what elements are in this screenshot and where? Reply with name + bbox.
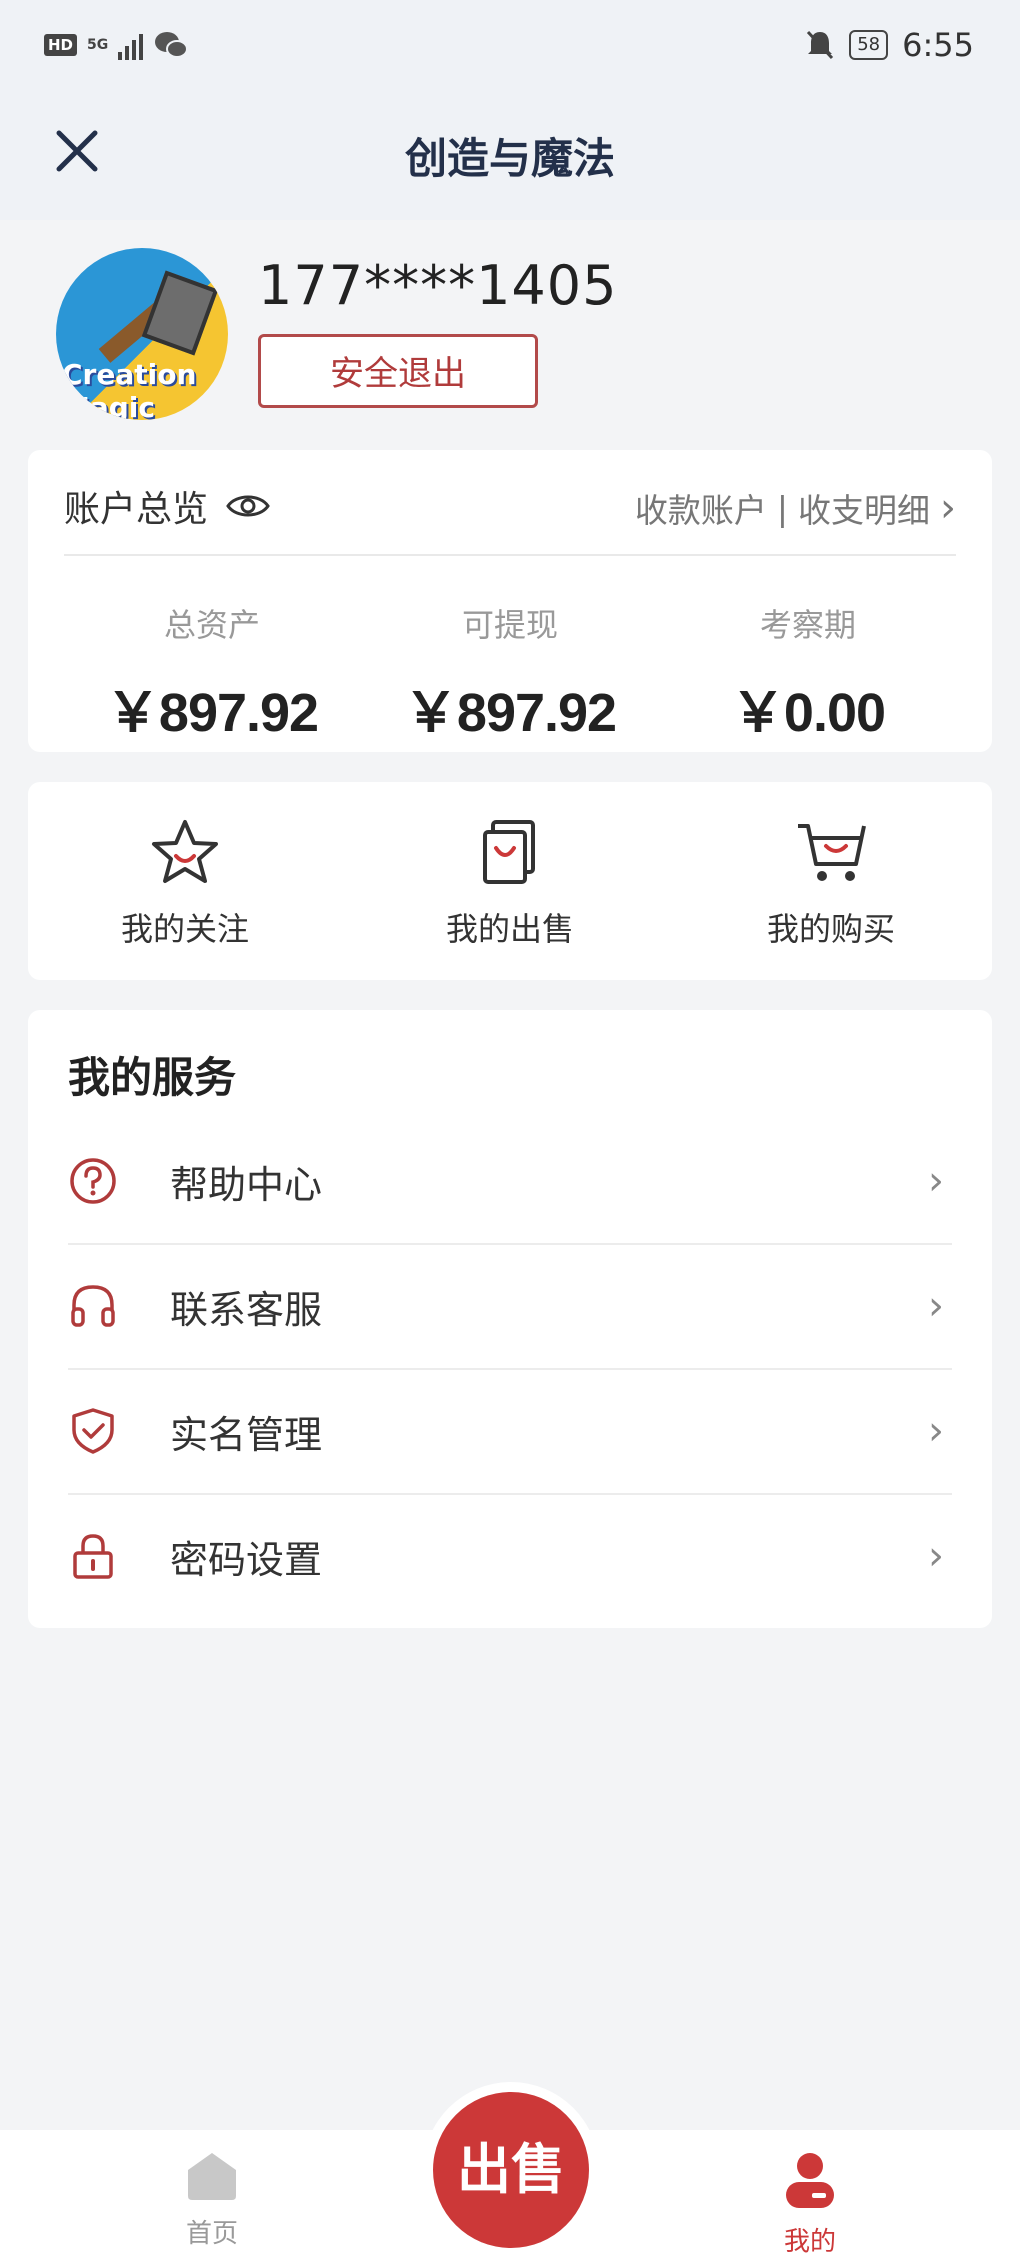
chevron-right-icon: › bbox=[940, 485, 956, 531]
app-header: 创造与魔法 bbox=[0, 95, 1020, 220]
status-right: 58 6:55 bbox=[805, 26, 974, 64]
cart-icon bbox=[798, 824, 866, 881]
profile-section: Creation Magic 177****1405 安全退出 bbox=[0, 220, 1020, 450]
help-icon bbox=[70, 1158, 116, 1204]
stat-label: 考察期 bbox=[759, 606, 856, 644]
avatar-logo-text: Creation Magic bbox=[62, 358, 197, 420]
wechat-icon bbox=[155, 32, 189, 58]
status-time: 6:55 bbox=[902, 26, 974, 64]
receive-account-link[interactable]: 收款账户 bbox=[635, 484, 767, 532]
page-title: 创造与魔法 bbox=[404, 134, 615, 183]
stat-label: 总资产 bbox=[163, 606, 260, 644]
tab-home[interactable]: 首页 bbox=[142, 2150, 282, 2250]
home-icon bbox=[188, 2153, 236, 2200]
my-sales-button[interactable]: 我的出售 bbox=[390, 818, 630, 950]
transaction-detail-link[interactable]: 收支明细 bbox=[798, 484, 930, 532]
account-title-label: 账户总览 bbox=[64, 489, 209, 530]
services-card: 我的服务 帮助中心 › 联系客服 › 实名管理 › 密码设置 › bbox=[28, 1010, 992, 1628]
stat-review-period: 考察期 ￥0.00 bbox=[658, 600, 958, 747]
bag-icon bbox=[483, 820, 535, 884]
chevron-right-icon: › bbox=[928, 1533, 944, 1579]
stat-amount: ￥897.92 bbox=[105, 683, 319, 743]
stat-withdrawable: 可提现 ￥897.92 bbox=[360, 600, 660, 747]
status-bar: HD 5G 58 6:55 bbox=[0, 0, 1020, 95]
tab-mine[interactable]: 我的 bbox=[740, 2150, 880, 2258]
shield-icon bbox=[72, 1408, 114, 1454]
stat-amount: ￥897.92 bbox=[403, 683, 617, 743]
service-contact-support[interactable]: 联系客服 › bbox=[68, 1245, 952, 1370]
avatar-hammer-head bbox=[141, 270, 219, 356]
my-follows-button[interactable]: 我的关注 bbox=[65, 818, 305, 950]
service-help-center[interactable]: 帮助中心 › bbox=[68, 1120, 952, 1245]
signal-icon bbox=[118, 30, 144, 60]
quick-action-label: 我的出售 bbox=[445, 910, 574, 948]
user-icon bbox=[786, 2153, 834, 2208]
sell-button[interactable]: 出售 bbox=[433, 2092, 589, 2248]
stat-amount: ￥0.00 bbox=[730, 683, 886, 743]
stat-label: 可提现 bbox=[461, 606, 558, 644]
tab-label: 首页 bbox=[185, 2219, 238, 2249]
service-label: 帮助中心 bbox=[170, 1163, 323, 1207]
service-password-settings[interactable]: 密码设置 › bbox=[68, 1495, 952, 1620]
chevron-right-icon: › bbox=[928, 1283, 944, 1329]
user-phone: 177****1405 bbox=[258, 254, 618, 317]
status-left: HD 5G bbox=[44, 30, 189, 60]
bell-muted-icon bbox=[807, 30, 834, 60]
star-icon bbox=[152, 820, 218, 883]
service-label: 实名管理 bbox=[170, 1413, 323, 1457]
avatar: Creation Magic bbox=[56, 248, 228, 420]
eye-icon[interactable] bbox=[226, 491, 270, 521]
link-separator: | bbox=[776, 488, 788, 528]
divider bbox=[64, 554, 956, 556]
account-overview-card: 账户总览 收款账户 | 收支明细 › 总资产 ￥897.92 可提现 ￥897.… bbox=[28, 450, 992, 752]
chevron-right-icon: › bbox=[928, 1158, 944, 1204]
hd-badge: HD bbox=[44, 34, 78, 56]
quick-action-label: 我的购买 bbox=[766, 910, 895, 948]
service-label: 密码设置 bbox=[170, 1538, 323, 1582]
account-title: 账户总览 bbox=[64, 480, 270, 532]
stat-total-assets: 总资产 ￥897.92 bbox=[62, 600, 362, 747]
my-purchases-button[interactable]: 我的购买 bbox=[711, 818, 951, 950]
chevron-right-icon: › bbox=[928, 1408, 944, 1454]
quick-action-label: 我的关注 bbox=[120, 910, 249, 948]
service-real-name[interactable]: 实名管理 › bbox=[68, 1370, 952, 1495]
tab-label: 我的 bbox=[783, 2227, 836, 2257]
battery-icon: 58 bbox=[849, 30, 889, 60]
services-title: 我的服务 bbox=[68, 1053, 237, 1102]
headset-icon bbox=[71, 1285, 115, 1327]
lock-icon bbox=[73, 1534, 113, 1579]
account-links: 收款账户 | 收支明细 › bbox=[635, 484, 956, 532]
service-label: 联系客服 bbox=[170, 1288, 323, 1332]
network-label: 5G bbox=[87, 37, 109, 53]
logout-button[interactable]: 安全退出 bbox=[258, 334, 538, 408]
quick-actions-card: 我的关注 我的出售 我的购买 bbox=[28, 782, 992, 980]
